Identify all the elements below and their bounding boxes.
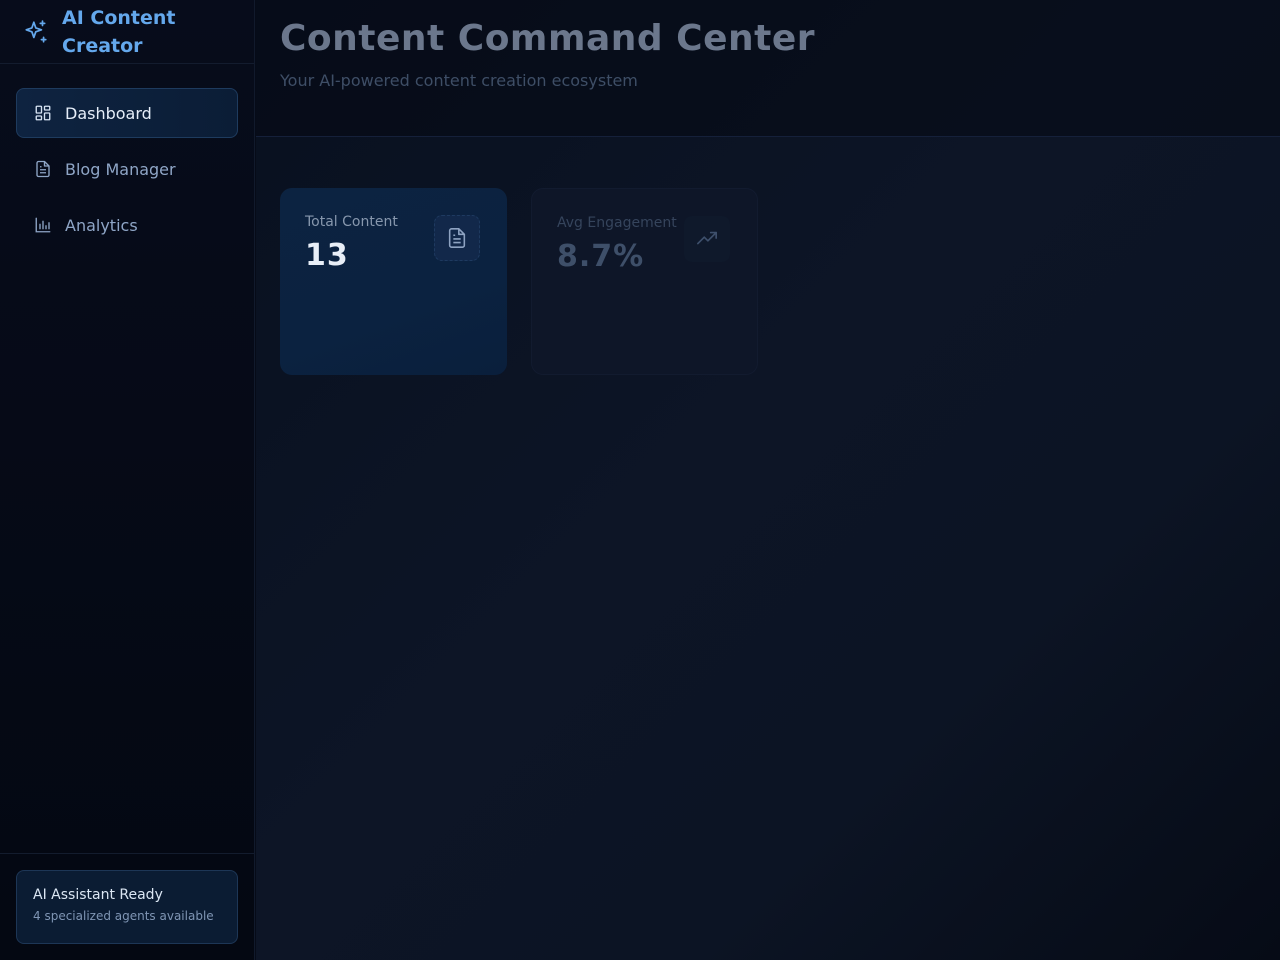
sidebar-footer: AI Assistant Ready 4 specialized agents … bbox=[0, 853, 254, 960]
document-icon bbox=[33, 159, 53, 179]
page-header: Content Command Center Your AI-powered c… bbox=[256, 0, 1280, 137]
main-content: Content Command Center Your AI-powered c… bbox=[256, 0, 1280, 960]
bar-chart-icon bbox=[33, 215, 53, 235]
ai-assistant-subtitle: 4 specialized agents available bbox=[33, 909, 214, 923]
dashboard-icon bbox=[33, 103, 53, 123]
brand-title: AI Content Creator bbox=[62, 6, 176, 57]
sidebar: AI Content Creator Dashboard Blog Manage… bbox=[0, 0, 255, 960]
stat-card-avg-engagement[interactable]: Avg Engagement 8.7% bbox=[531, 188, 758, 375]
page-title: Content Command Center bbox=[280, 18, 816, 59]
sidebar-item-label: Dashboard bbox=[65, 103, 152, 123]
sparkles-icon bbox=[22, 18, 50, 46]
sidebar-item-analytics[interactable]: Analytics bbox=[16, 200, 238, 250]
ai-assistant-title: AI Assistant Ready bbox=[33, 887, 163, 903]
document-icon bbox=[434, 215, 480, 261]
sidebar-item-blog-manager[interactable]: Blog Manager bbox=[16, 144, 238, 194]
brand[interactable]: AI Content Creator bbox=[0, 0, 254, 64]
sidebar-item-dashboard[interactable]: Dashboard bbox=[16, 88, 238, 138]
page-subtitle: Your AI-powered content creation ecosyst… bbox=[280, 71, 638, 90]
stat-card-total-content[interactable]: Total Content 13 bbox=[280, 188, 507, 375]
sidebar-item-label: Analytics bbox=[65, 215, 138, 235]
ai-assistant-card[interactable]: AI Assistant Ready 4 specialized agents … bbox=[16, 870, 238, 944]
sidebar-item-label: Blog Manager bbox=[65, 159, 176, 179]
sidebar-nav: Dashboard Blog Manager Analytics bbox=[0, 64, 254, 250]
trending-up-icon bbox=[684, 216, 730, 262]
stats-cards: Total Content 13 Avg Engagement 8.7% bbox=[280, 188, 758, 375]
